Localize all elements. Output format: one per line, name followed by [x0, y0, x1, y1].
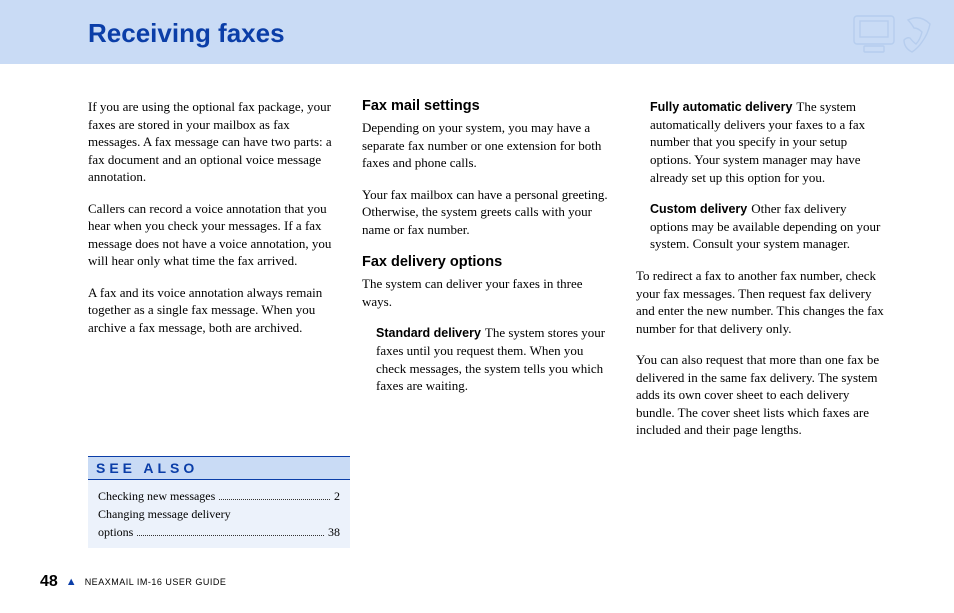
runin-label: Standard delivery: [376, 326, 481, 340]
fax-computer-icon: [850, 10, 940, 58]
column-3: Fully automatic deliveryThe system autom…: [636, 98, 884, 453]
runin-label: Custom delivery: [650, 202, 747, 216]
see-also-label: Changing message delivery: [98, 505, 231, 523]
page-title: Receiving faxes: [88, 18, 954, 49]
see-also-item[interactable]: Changing message delivery options 38: [98, 505, 340, 541]
body-text: You can also request that more than one …: [636, 351, 884, 439]
see-also-page: 38: [328, 523, 340, 541]
delivery-standard: Standard deliveryThe system stores your …: [362, 324, 610, 395]
see-also-box: SEE ALSO Checking new messages 2 Changin…: [88, 456, 350, 548]
content-area: If you are using the optional fax packag…: [0, 64, 954, 453]
body-text: A fax and its voice annotation always re…: [88, 284, 336, 337]
footer: 48 ▲ NEAXMAIL IM-16 USER GUIDE: [40, 573, 226, 591]
body-text: To redirect a fax to another fax number,…: [636, 267, 884, 337]
header-band: Receiving faxes: [0, 0, 954, 64]
guide-name: NEAXMAIL IM-16 USER GUIDE: [85, 577, 227, 587]
runin-label: Fully automatic delivery: [650, 100, 792, 114]
see-also-item[interactable]: Checking new messages 2: [98, 487, 340, 505]
body-text: Depending on your system, you may have a…: [362, 119, 610, 172]
dot-leader: [219, 499, 330, 500]
see-also-label-cont: options: [98, 523, 133, 541]
delivery-automatic: Fully automatic deliveryThe system autom…: [636, 98, 884, 186]
triangle-icon: ▲: [66, 576, 77, 588]
delivery-custom: Custom deliveryOther fax delivery option…: [636, 200, 884, 253]
see-also-body: Checking new messages 2 Changing message…: [88, 480, 350, 548]
dot-leader: [137, 535, 324, 536]
body-text: Your fax mailbox can have a personal gre…: [362, 186, 610, 239]
see-also-label: Checking new messages: [98, 487, 215, 505]
see-also-page: 2: [334, 487, 340, 505]
column-1: If you are using the optional fax packag…: [88, 98, 336, 453]
subhead-fax-mail-settings: Fax mail settings: [362, 98, 610, 114]
page-number: 48: [40, 573, 58, 591]
subhead-fax-delivery-options: Fax delivery options: [362, 254, 610, 270]
body-text: If you are using the optional fax packag…: [88, 98, 336, 186]
see-also-heading: SEE ALSO: [88, 456, 350, 480]
column-2: Fax mail settings Depending on your syst…: [362, 98, 610, 453]
body-text: Callers can record a voice annotation th…: [88, 200, 336, 270]
body-text: The system can deliver your faxes in thr…: [362, 275, 610, 310]
